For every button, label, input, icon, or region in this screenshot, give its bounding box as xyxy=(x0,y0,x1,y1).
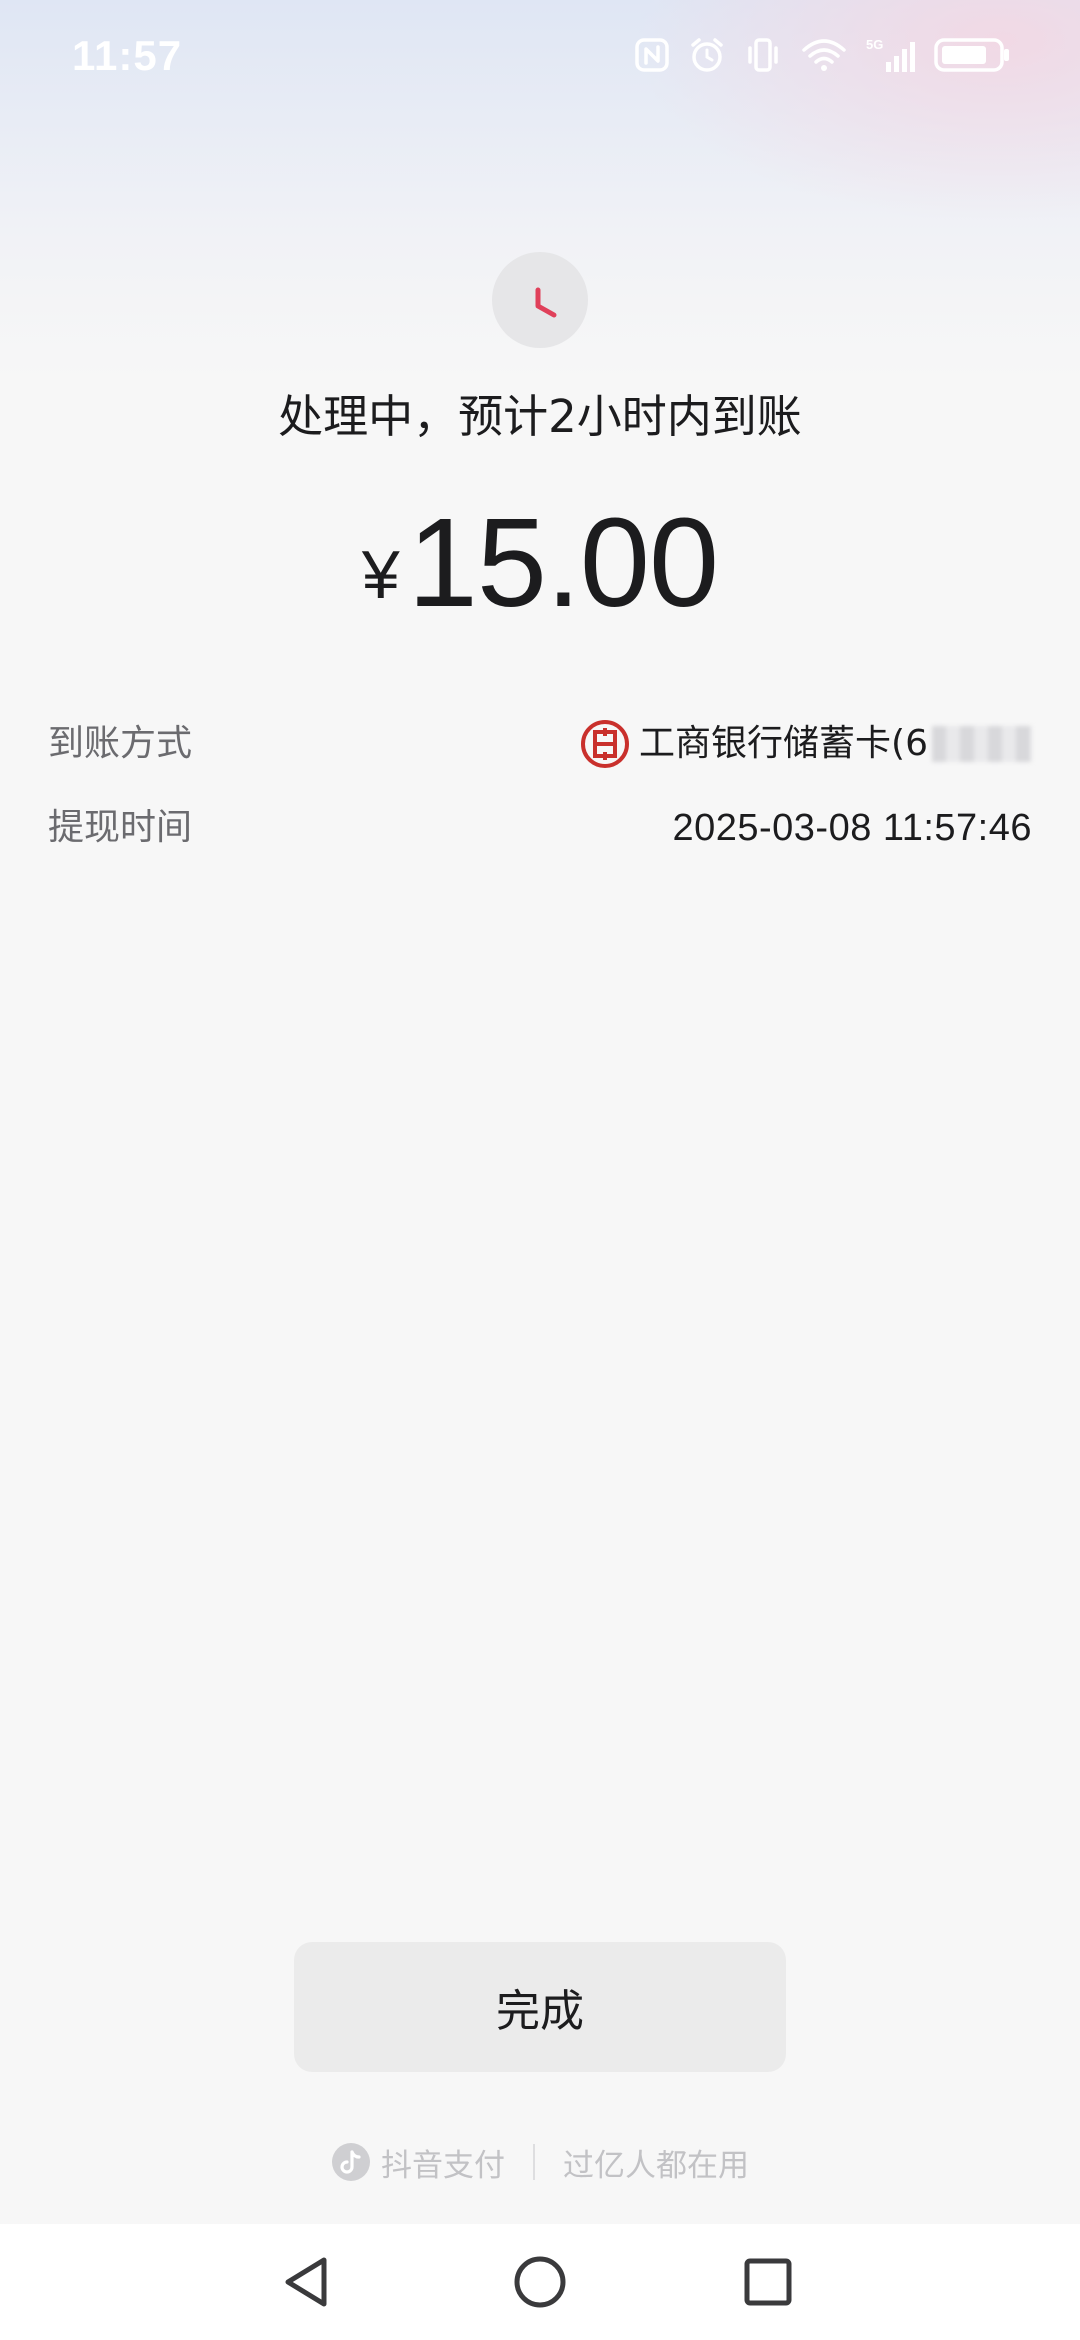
footer: 抖音支付 过亿人都在用 xyxy=(0,2134,1080,2190)
alarm-icon xyxy=(688,36,726,74)
icbc-logo-icon xyxy=(581,720,630,768)
bank-card-name: 工商银行储蓄卡(6 xyxy=(639,723,928,764)
masked-card-number xyxy=(932,726,1032,762)
arrival-method-label: 到账方式 xyxy=(48,723,193,764)
footer-slogan: 过亿人都在用 xyxy=(563,2147,749,2184)
vibrate-icon xyxy=(744,36,782,74)
done-button[interactable]: 完成 xyxy=(294,1942,786,2072)
footer-brand: 抖音支付 xyxy=(331,2140,505,2185)
arrival-method-value: 工商银行储蓄卡(6 xyxy=(581,714,1032,774)
status-icons: 5G xyxy=(634,36,1010,74)
withdraw-time-label: 提现时间 xyxy=(48,807,193,848)
status-bar: 11:57 5G xyxy=(0,0,1080,120)
clock-icon xyxy=(492,252,588,348)
svg-text:5G: 5G xyxy=(866,37,883,52)
status-time: 11:57 xyxy=(72,32,183,79)
douyin-pay-icon xyxy=(332,2143,370,2181)
5g-signal-icon: 5G xyxy=(866,36,916,74)
currency-symbol: ¥ xyxy=(361,537,400,613)
nfc-icon xyxy=(634,37,670,73)
footer-divider xyxy=(533,2144,535,2180)
amount-value: 15.00 xyxy=(407,492,719,633)
footer-brand-name: 抖音支付 xyxy=(381,2147,505,2184)
arrival-method-row: 到账方式 工商银行储蓄卡(6 xyxy=(48,714,1032,774)
withdraw-time-value: 2025-03-08 11:57:46 xyxy=(672,807,1032,849)
processing-title: 处理中，预计2小时内到账 xyxy=(278,390,802,443)
withdraw-time-row: 提现时间 2025-03-08 11:57:46 xyxy=(48,798,1032,858)
back-icon[interactable] xyxy=(272,2246,344,2318)
wifi-icon xyxy=(800,36,848,74)
withdraw-amount: ¥15.00 xyxy=(0,490,1080,635)
navigation-bar xyxy=(0,2224,1080,2340)
recents-icon[interactable] xyxy=(732,2246,804,2318)
battery-icon xyxy=(934,36,1010,74)
home-icon[interactable] xyxy=(504,2246,576,2318)
